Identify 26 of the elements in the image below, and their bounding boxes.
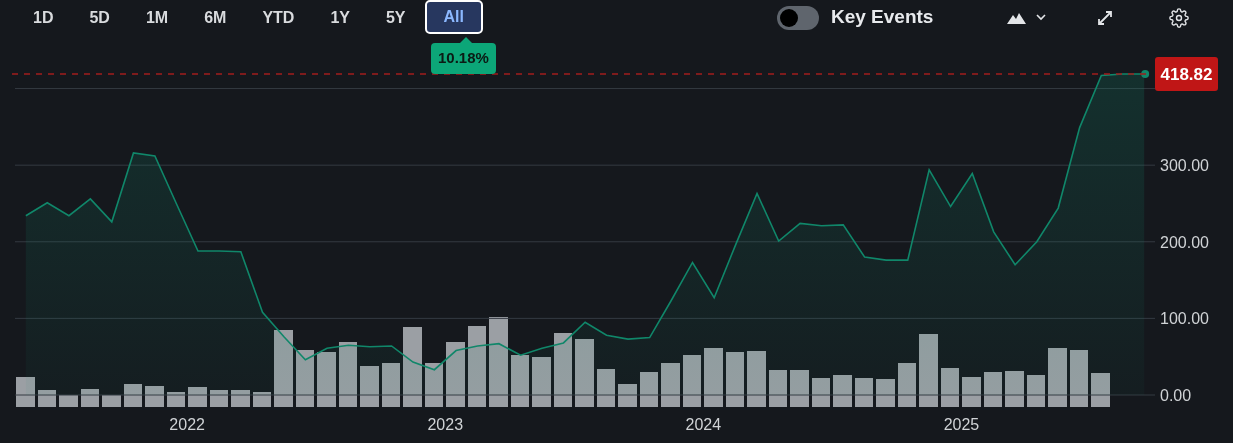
axis-label: 2022: [169, 416, 205, 433]
mountain-icon: [1007, 11, 1027, 24]
key-events-toggle[interactable]: [777, 5, 819, 30]
axis-label: 100.00: [1160, 310, 1209, 328]
range-tab[interactable]: 5D: [72, 1, 127, 34]
settings-icon[interactable]: [1168, 6, 1191, 29]
range-tab[interactable]: 6M: [187, 1, 244, 34]
last-point-marker: [1141, 70, 1150, 78]
range-tab[interactable]: 1D: [16, 1, 71, 34]
range-tab[interactable]: YTD: [245, 1, 312, 34]
key-events-label: Key Events: [831, 5, 934, 30]
range-tab[interactable]: 1M: [128, 1, 186, 34]
range-tab[interactable]: 5Y: [368, 1, 423, 34]
axis-label: 2024: [685, 416, 722, 433]
change-badge: 10.18%: [431, 43, 496, 74]
range-tab[interactable]: All: [424, 0, 483, 34]
price-badge: [1155, 57, 1218, 91]
axis-label: 300.00: [1160, 157, 1209, 175]
axis-label: 0.00: [1160, 387, 1192, 404]
axis-label: 2025: [943, 416, 980, 433]
pointer-icon: [460, 37, 472, 43]
axis-label: 200.00: [1160, 233, 1209, 251]
axis-label: 2023: [427, 416, 464, 433]
caret-icon: [1036, 14, 1047, 21]
price-label: 418.82: [1160, 65, 1213, 84]
range-tab[interactable]: 1Y: [313, 1, 367, 34]
